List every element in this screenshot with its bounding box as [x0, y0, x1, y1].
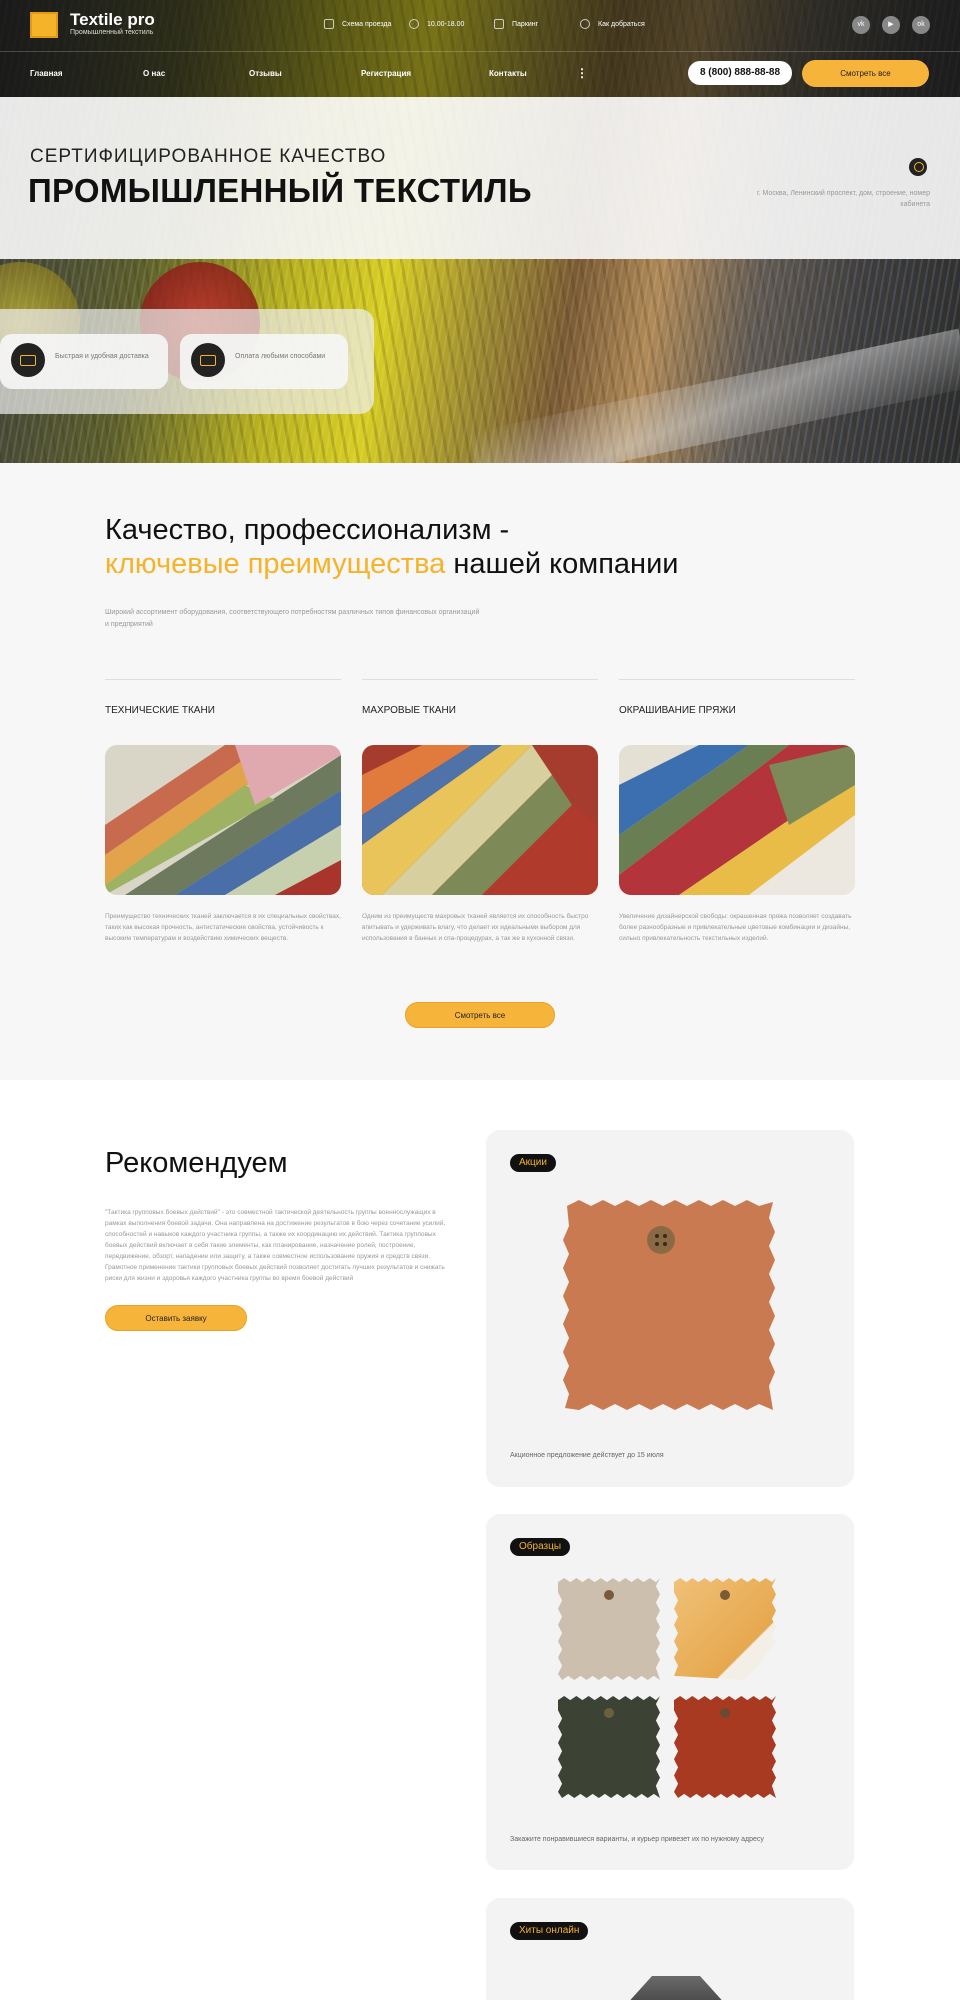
location-pin-icon[interactable] [909, 158, 927, 176]
map-link[interactable]: Схема проезда [324, 19, 391, 29]
yarn-dyeing-desc: Увеличение дизайнерской свободы: окрашен… [619, 913, 852, 942]
samples-tag: Образцы [510, 1538, 571, 1556]
parking-icon [494, 19, 504, 29]
quality-heading-line1: Качество, профессионализм - [105, 514, 510, 546]
map-icon [324, 19, 334, 29]
feature-payment-text: Оплата любыми способами [235, 353, 326, 360]
samples-card[interactable]: Образцы Закажите понравившиеся варианты,… [486, 1514, 854, 1870]
feature-delivery-text: Быстрая и удобная доставка [55, 353, 149, 360]
logo-icon[interactable] [30, 12, 58, 38]
hits-card[interactable]: Хиты онлайн [486, 1898, 854, 2000]
location-icon [580, 19, 590, 29]
quality-heading-line2: ключевые преимущества нашей компании [105, 548, 678, 581]
view-all-button[interactable]: Смотреть все [802, 60, 929, 87]
button-icon [720, 1708, 730, 1718]
nav-about[interactable]: О нас [143, 69, 165, 78]
clock-icon [409, 19, 419, 29]
directions-link[interactable]: Как добраться [580, 19, 645, 29]
column-divider [619, 679, 855, 680]
header-divider [0, 51, 960, 52]
promo-card[interactable]: Акции Акционное предложение действует до… [486, 1130, 854, 1487]
quality-heading-accent: ключевые преимущества [105, 548, 446, 580]
submit-request-button[interactable]: Оставить заявку [105, 1305, 247, 1331]
column-divider [362, 679, 598, 680]
technical-fabrics-title[interactable]: ТЕХНИЧЕСКИЕ ТКАНИ [105, 704, 225, 717]
phone-button[interactable]: 8 (800) 888-88-88 [688, 61, 792, 85]
button-icon [604, 1708, 614, 1718]
vk-icon[interactable]: vk [852, 16, 870, 34]
view-all-button[interactable]: Смотреть все [405, 1002, 555, 1028]
more-menu-icon[interactable]: ⋮ [576, 66, 588, 80]
technical-fabrics-desc: Преимущество технических тканей заключае… [105, 913, 341, 942]
recommend-title: Рекомендуем [105, 1147, 288, 1179]
parking-label: Паркинг [512, 20, 539, 28]
quality-heading-rest: нашей компании [445, 548, 679, 580]
yarn-dyeing-image[interactable] [619, 745, 855, 895]
truck-icon [11, 343, 45, 377]
nav-registration[interactable]: Регистрация [361, 69, 411, 78]
ok-icon[interactable]: ok [912, 16, 930, 34]
button-icon [604, 1590, 614, 1600]
quality-description: Широкий ассортимент оборудования, соотве… [105, 609, 480, 628]
promo-note: Акционное предложение действует до 15 ию… [510, 1452, 664, 1459]
hits-tag: Хиты онлайн [510, 1922, 589, 1940]
terry-fabrics-title[interactable]: МАХРОВЫЕ ТКАНИ [362, 704, 482, 717]
feature-delivery: Быстрая и удобная доставка [0, 334, 168, 389]
nav-contacts[interactable]: Контакты [489, 69, 527, 78]
recommend-description: "Тактика групповых боевых действий" - эт… [105, 1209, 446, 1282]
map-link-label: Схема проезда [342, 20, 392, 28]
feature-payment: Оплата любыми способами [180, 334, 348, 389]
yarn-dyeing-title[interactable]: ОКРАШИВАНИЕ ПРЯЖИ [619, 704, 739, 717]
technical-fabrics-image[interactable] [105, 745, 341, 895]
hit-product-image [616, 1976, 736, 2000]
hero-subtitle: СЕРТИФИЦИРОВАННОЕ КАЧЕСТВО [30, 146, 387, 167]
wallet-icon [191, 343, 225, 377]
nav-reviews[interactable]: Отзывы [249, 69, 282, 78]
button-icon [720, 1590, 730, 1600]
address: г. Москва, Ленинский проспект, дом, стро… [756, 190, 930, 208]
youtube-icon[interactable]: ▶ [882, 16, 900, 34]
promo-tag: Акции [510, 1154, 556, 1172]
terry-fabrics-image[interactable] [362, 745, 598, 895]
fabric-swatch-image [563, 1200, 775, 1410]
hero-title: ПРОМЫШЛЕННЫЙ ТЕКСТИЛЬ [28, 172, 532, 209]
logo-title[interactable]: Textile pro [70, 10, 155, 30]
samples-note: Закажите понравившиеся варианты, и курье… [510, 1836, 764, 1843]
hero-rollers [469, 328, 960, 463]
nav-home[interactable]: Главная [30, 69, 63, 78]
terry-fabrics-desc: Одним из преимуществ махровых тканей явл… [362, 913, 589, 942]
directions-label: Как добраться [598, 20, 645, 28]
logo-subtitle: Промышленный текстиль [70, 29, 154, 36]
hours: 10.00-18.00 [409, 19, 464, 29]
column-divider [105, 679, 341, 680]
parking-link[interactable]: Паркинг [494, 19, 538, 29]
hours-label: 10.00-18.00 [427, 20, 465, 28]
